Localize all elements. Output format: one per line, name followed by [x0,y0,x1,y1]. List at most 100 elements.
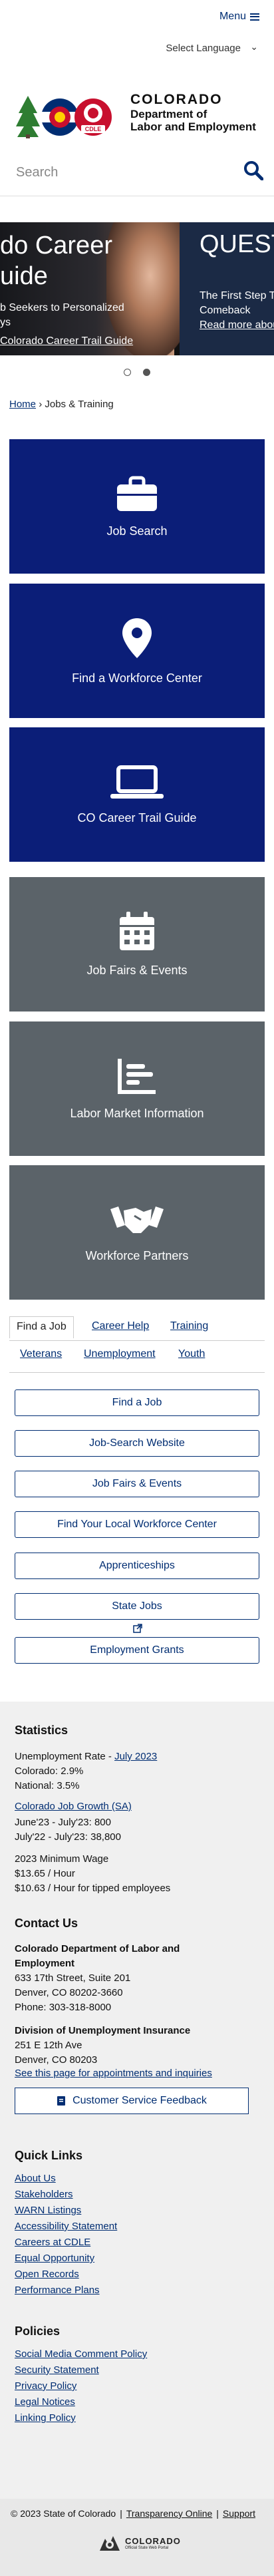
language-selector[interactable]: Select Language ⌄ [0,40,274,60]
tile-label: Workforce Partners [85,1248,189,1262]
national-rate: National: 3.5% [15,1780,80,1791]
tab-youth[interactable]: Youth [178,1348,205,1360]
breadcrumb-current: Jobs & Training [45,399,114,410]
job-growth-link[interactable]: Colorado Job Growth (SA) [15,1801,132,1812]
carousel-dot-2[interactable] [143,369,150,376]
min-wage-hourly: $13.65 / Hour [15,1868,75,1879]
logo-line1: COLORADO [130,92,223,107]
quick-link[interactable]: Careers at CDLE [15,2237,90,2248]
policy-link[interactable]: Security Statement [15,2364,99,2376]
policies-heading: Policies [15,2324,61,2338]
dept-address2: Denver, CO 80202-3660 [15,1987,123,1998]
quick-link[interactable]: Equal Opportunity [15,2253,94,2264]
apprenticeships-button[interactable]: Apprenticeships [15,1553,259,1579]
policy-link[interactable]: Social Media Comment Policy [15,2348,147,2360]
tab-find-a-job[interactable]: Find a Job [9,1316,74,1338]
chart-icon [118,1058,156,1094]
calendar-icon [120,911,154,950]
slide2-heading: QUEST [200,230,274,258]
quick-link[interactable]: Open Records [15,2269,79,2280]
tile-career-trail[interactable]: CO Career Trail Guide [9,727,265,862]
tab-veterans[interactable]: Veterans [20,1348,62,1360]
state-jobs-button[interactable]: State Jobs [15,1593,259,1620]
tile-label: Labor Market Information [70,1106,204,1120]
carousel-slide-2[interactable]: QUEST The First Step T Comeback Read mor… [180,222,274,355]
ui-address1: 251 E 12th Ave [15,2040,82,2051]
quick-link[interactable]: Performance Plans [15,2285,100,2296]
portal-logo-sub: Official State Web Portal [125,2545,169,2550]
tile-label: Job Search [106,524,168,538]
feedback-label: Customer Service Feedback [72,2095,207,2106]
min-wage-label: 2023 Minimum Wage [15,1853,109,1865]
tile-labor-market[interactable]: Labor Market Information [9,1021,265,1156]
dept-name-line1: Colorado Department of Labor and [15,1943,180,1954]
policy-link[interactable]: Privacy Policy [15,2380,76,2392]
job-fairs-events-button[interactable]: Job Fairs & Events [15,1471,259,1497]
tab-divider [9,1340,265,1341]
tile-job-fairs[interactable]: Job Fairs & Events [9,877,265,1012]
tab-unemployment[interactable]: Unemployment [84,1348,156,1360]
cdle-logo[interactable]: CDLE [15,93,128,143]
tile-workforce-center[interactable]: Find a Workforce Center [9,584,265,718]
tab-career-help[interactable]: Career Help [92,1320,149,1332]
document-icon [57,2096,66,2106]
ui-appointments-link[interactable]: See this page for appointments and inqui… [15,2068,212,2079]
find-a-job-button[interactable]: Find a Job [15,1389,259,1416]
statistics-heading: Statistics [15,1724,68,1737]
logo-line2: Department of [130,107,207,120]
agency-name: COLORADO Department of Labor and Employm… [130,92,256,133]
tile-job-search[interactable]: Job Search [9,439,265,574]
job-search-website-button[interactable]: Job-Search Website [15,1430,259,1457]
employment-grants-button[interactable]: Employment Grants [15,1637,259,1664]
dept-name-line2: Employment [15,1958,75,1969]
slide1-link[interactable]: Colorado Career Trail Guide [0,335,133,347]
colorado-c-logo-icon [100,2536,120,2551]
tab-training[interactable]: Training [170,1320,208,1332]
carousel-dots [0,367,274,379]
contact-heading: Contact Us [15,1917,78,1930]
breadcrumb: Home › Jobs & Training [9,399,114,410]
quick-link[interactable]: Stakeholders [15,2189,73,2200]
logo-badge: CDLE [85,126,102,132]
tab-list: Find a Job Career Help Training Veterans… [9,1316,265,1363]
breadcrumb-home[interactable]: Home [9,399,36,410]
support-link[interactable]: Support [223,2508,255,2519]
language-label: Select Language [166,43,241,54]
laptop-icon [110,765,164,799]
chevron-down-icon: ⌄ [250,41,258,52]
briefcase-icon [117,476,157,511]
unemployment-month-link[interactable]: July 2023 [114,1751,157,1762]
external-link-icon [133,1624,142,1633]
quick-link[interactable]: About Us [15,2173,56,2184]
map-pin-icon [122,618,152,658]
local-workforce-center-button[interactable]: Find Your Local Workforce Center [15,1511,259,1538]
carousel-slide-1[interactable]: do Career uide b Seekers to Personalized… [0,222,180,355]
growth-yearly: July'22 - July'23: 38,800 [15,1831,121,1843]
policy-link[interactable]: Legal Notices [15,2396,75,2408]
policy-link[interactable]: Linking Policy [15,2412,76,2424]
colorado-portal-logo[interactable]: COLORADO Official State Web Portal [98,2533,181,2553]
top-bar: Menu [0,0,274,40]
handshake-icon [110,1206,164,1233]
carousel-dot-1[interactable] [124,369,131,376]
quick-link[interactable]: WARN Listings [15,2205,81,2216]
tile-label: CO Career Trail Guide [77,811,197,825]
tab-divider [9,1372,265,1373]
quick-link[interactable]: Accessibility Statement [15,2221,117,2232]
tile-label: Job Fairs & Events [86,963,188,977]
customer-feedback-button[interactable]: Customer Service Feedback [15,2088,249,2114]
tile-workforce-partners[interactable]: Workforce Partners [9,1165,265,1300]
hero-carousel[interactable]: do Career uide b Seekers to Personalized… [0,222,274,355]
footer-bottom-bar: © 2023 State of Colorado | Transparency On… [0,2499,274,2576]
slide1-text: b Seekers to Personalized ys [0,302,124,328]
slide2-text: The First Step T Comeback [200,290,274,316]
footer-legal-row: © 2023 State of Colorado | Transparency On… [11,2508,255,2519]
menu-label: Menu [219,11,246,22]
menu-button[interactable]: Menu [219,11,259,23]
site-footer: Statistics Unemployment Rate - July 2023… [0,1702,274,2576]
transparency-link[interactable]: Transparency Online [126,2508,212,2519]
search-icon[interactable] [243,160,263,180]
search-input[interactable]: Search [16,165,58,180]
quick-links-heading: Quick Links [15,2149,83,2162]
slide2-link[interactable]: Read more abou [200,319,274,331]
